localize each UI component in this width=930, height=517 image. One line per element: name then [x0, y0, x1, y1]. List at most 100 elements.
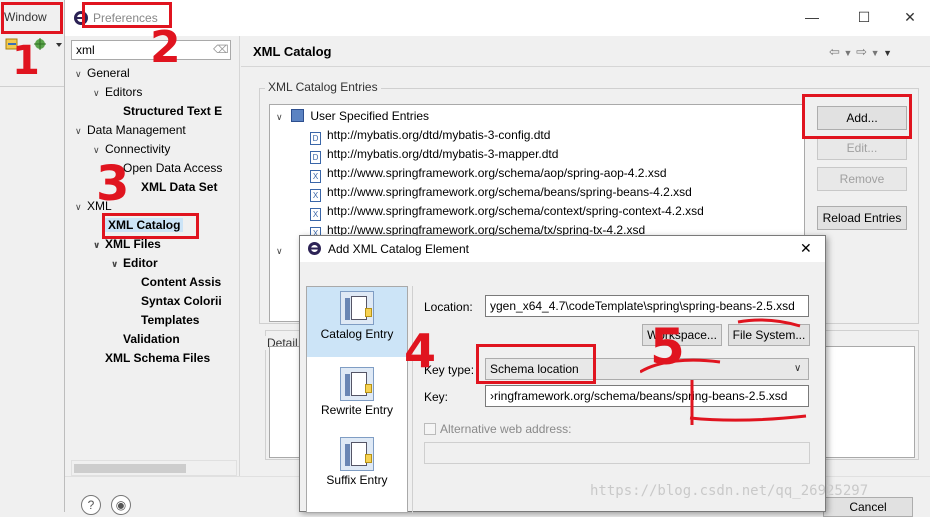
catalog-icon: [291, 109, 305, 122]
catalog-entry-row[interactable]: Xhttp://www.springframework.org/schema/c…: [310, 202, 704, 221]
minimize-icon[interactable]: —: [803, 8, 821, 26]
chevron-down-icon[interactable]: ▼: [871, 48, 880, 58]
tree-item-label: Editors: [105, 85, 143, 99]
tree-item[interactable]: Validation: [111, 330, 180, 348]
sash[interactable]: [239, 36, 240, 486]
title-bar: Add XML Catalog Element ✕: [300, 236, 825, 262]
separator: [412, 286, 413, 513]
catalog-entry-row[interactable]: Xhttp://www.springframework.org/schema/b…: [310, 183, 692, 202]
entries-root[interactable]: ∨ User Specified Entries: [276, 107, 429, 126]
tree-item[interactable]: XML Data Set: [129, 178, 217, 196]
annotation-number: 4: [404, 324, 437, 378]
cancel-button[interactable]: Cancel: [823, 497, 913, 517]
chevron-down-icon[interactable]: ∨: [75, 65, 87, 83]
chevron-down-icon[interactable]: ∨: [75, 122, 87, 140]
scrollbar-thumb[interactable]: [74, 464, 186, 473]
tree-item-label: XML Data Set: [141, 180, 218, 194]
annotation-number: 3: [96, 156, 130, 212]
page-title: XML Catalog: [253, 44, 332, 59]
catalog-entry-type[interactable]: Catalog Entry: [307, 287, 407, 357]
chevron-down-icon[interactable]: ∨: [75, 198, 87, 216]
maximize-icon[interactable]: ☐: [855, 8, 873, 26]
reload-entries-button[interactable]: Reload Entries: [817, 206, 907, 230]
tree-item-label: Data Management: [87, 123, 186, 137]
catalog-entry-row[interactable]: Dhttp://mybatis.org/dtd/mybatis-3-mapper…: [310, 145, 558, 164]
tree-item[interactable]: Structured Text E: [111, 102, 222, 120]
annotation-box-xml-catalog: [102, 213, 199, 239]
xsd-file-icon: X: [310, 170, 321, 183]
catalog-entry-uri: http://www.springframework.org/schema/be…: [327, 185, 692, 199]
close-icon[interactable]: ✕: [800, 240, 812, 257]
location-label: Location:: [424, 300, 473, 314]
page-navigation: ⇦ ▼ ⇨ ▼ ▼: [829, 44, 892, 60]
collapsed-node[interactable]: ∨: [276, 241, 288, 260]
remove-button[interactable]: Remove: [817, 167, 907, 191]
back-arrow-icon[interactable]: ⇦: [829, 44, 840, 59]
edit-button[interactable]: Edit...: [817, 136, 907, 160]
divider: [0, 86, 64, 87]
tree-item[interactable]: ∨ Editors: [93, 83, 142, 101]
clear-filter-icon[interactable]: ⌫: [213, 43, 229, 57]
chevron-right-icon[interactable]: ∨: [276, 242, 288, 261]
eclipse-icon: [308, 242, 321, 255]
entries-root-label: User Specified Entries: [310, 109, 430, 123]
tree-item-label: Templates: [141, 313, 200, 327]
import-export-icon[interactable]: ◉: [111, 495, 131, 515]
element-type-list: Catalog Entry Rewrite Entry Suffix Entry: [306, 286, 408, 513]
view-menu-icon[interactable]: ▼: [883, 48, 892, 58]
catalog-entry-icon: [340, 291, 374, 325]
group-label: XML Catalog Entries: [265, 80, 381, 94]
tree-item-label: Open Data Access: [123, 161, 223, 175]
chevron-down-icon: [56, 43, 62, 47]
tree-item[interactable]: ∨ Editor: [111, 254, 158, 272]
tree-item-label: General: [87, 66, 130, 80]
chevron-down-icon[interactable]: ∨: [111, 255, 123, 273]
tree-item-label: Content Assis: [141, 275, 222, 289]
rewrite-entry-type[interactable]: Rewrite Entry: [307, 363, 407, 429]
tree-horizontal-scrollbar[interactable]: [71, 460, 237, 476]
catalog-entry-row[interactable]: Dhttp://mybatis.org/dtd/mybatis-3-config…: [310, 126, 550, 145]
tree-item[interactable]: Syntax Colorii: [129, 292, 222, 310]
annotation-box-key-type: [476, 344, 596, 384]
type-label: Catalog Entry: [320, 327, 394, 341]
alternative-address-checkbox[interactable]: [424, 423, 436, 435]
title-bar: Preferences — ☐ ✕: [65, 0, 930, 36]
dialog-title: Add XML Catalog Element: [328, 242, 469, 256]
catalog-entry-row[interactable]: Xhttp://www.springframework.org/schema/a…: [310, 164, 667, 183]
forward-arrow-icon[interactable]: ⇨: [856, 44, 867, 59]
chevron-down-icon[interactable]: ▼: [844, 48, 853, 58]
preferences-tree: ∨ General ∨ Editors Structured Text E ∨ Data M…: [71, 64, 237, 476]
tree-item[interactable]: Content Assis: [129, 273, 221, 291]
chevron-down-icon[interactable]: ∨: [276, 108, 288, 127]
tree-item[interactable]: Templates: [129, 311, 199, 329]
tree-item-label: XML Files: [105, 237, 161, 251]
tree-item-label: Validation: [123, 332, 180, 346]
tree-item-label: XML Schema Files: [105, 351, 211, 365]
type-label: Rewrite Entry: [320, 403, 394, 417]
annotation-underlines: [640, 318, 807, 425]
alternative-address-label: Alternative web address:: [440, 422, 572, 436]
catalog-entry-uri: http://www.springframework.org/schema/co…: [327, 204, 704, 218]
tree-item-label: Structured Text E: [123, 104, 223, 118]
dtd-file-icon: D: [310, 132, 321, 145]
separator: [241, 66, 930, 67]
watermark: https://blog.csdn.net/qq_26925297: [590, 483, 869, 499]
suffix-entry-type[interactable]: Suffix Entry: [307, 433, 407, 499]
tree-item[interactable]: XML Schema Files: [93, 349, 210, 367]
help-icon[interactable]: ?: [81, 495, 101, 515]
annotation-box-add: [802, 94, 912, 139]
alternative-address-field[interactable]: [424, 442, 810, 464]
annotation-number: 1: [12, 38, 40, 84]
xsd-file-icon: X: [310, 208, 321, 221]
tree-item-label: Editor: [123, 256, 158, 270]
chevron-down-icon[interactable]: ∨: [93, 84, 105, 102]
tree-item[interactable]: ∨ Data Management: [75, 121, 186, 139]
tree-item-label: Connectivity: [105, 142, 171, 156]
tree-item[interactable]: ∨ General: [75, 64, 130, 82]
tree-item-label: Syntax Colorii: [141, 294, 222, 308]
suffix-entry-icon: [340, 437, 374, 471]
close-icon[interactable]: ✕: [901, 8, 919, 26]
annotation-number: 2: [150, 22, 181, 73]
annotation-box-window: [1, 2, 63, 34]
key-label: Key:: [424, 390, 449, 404]
